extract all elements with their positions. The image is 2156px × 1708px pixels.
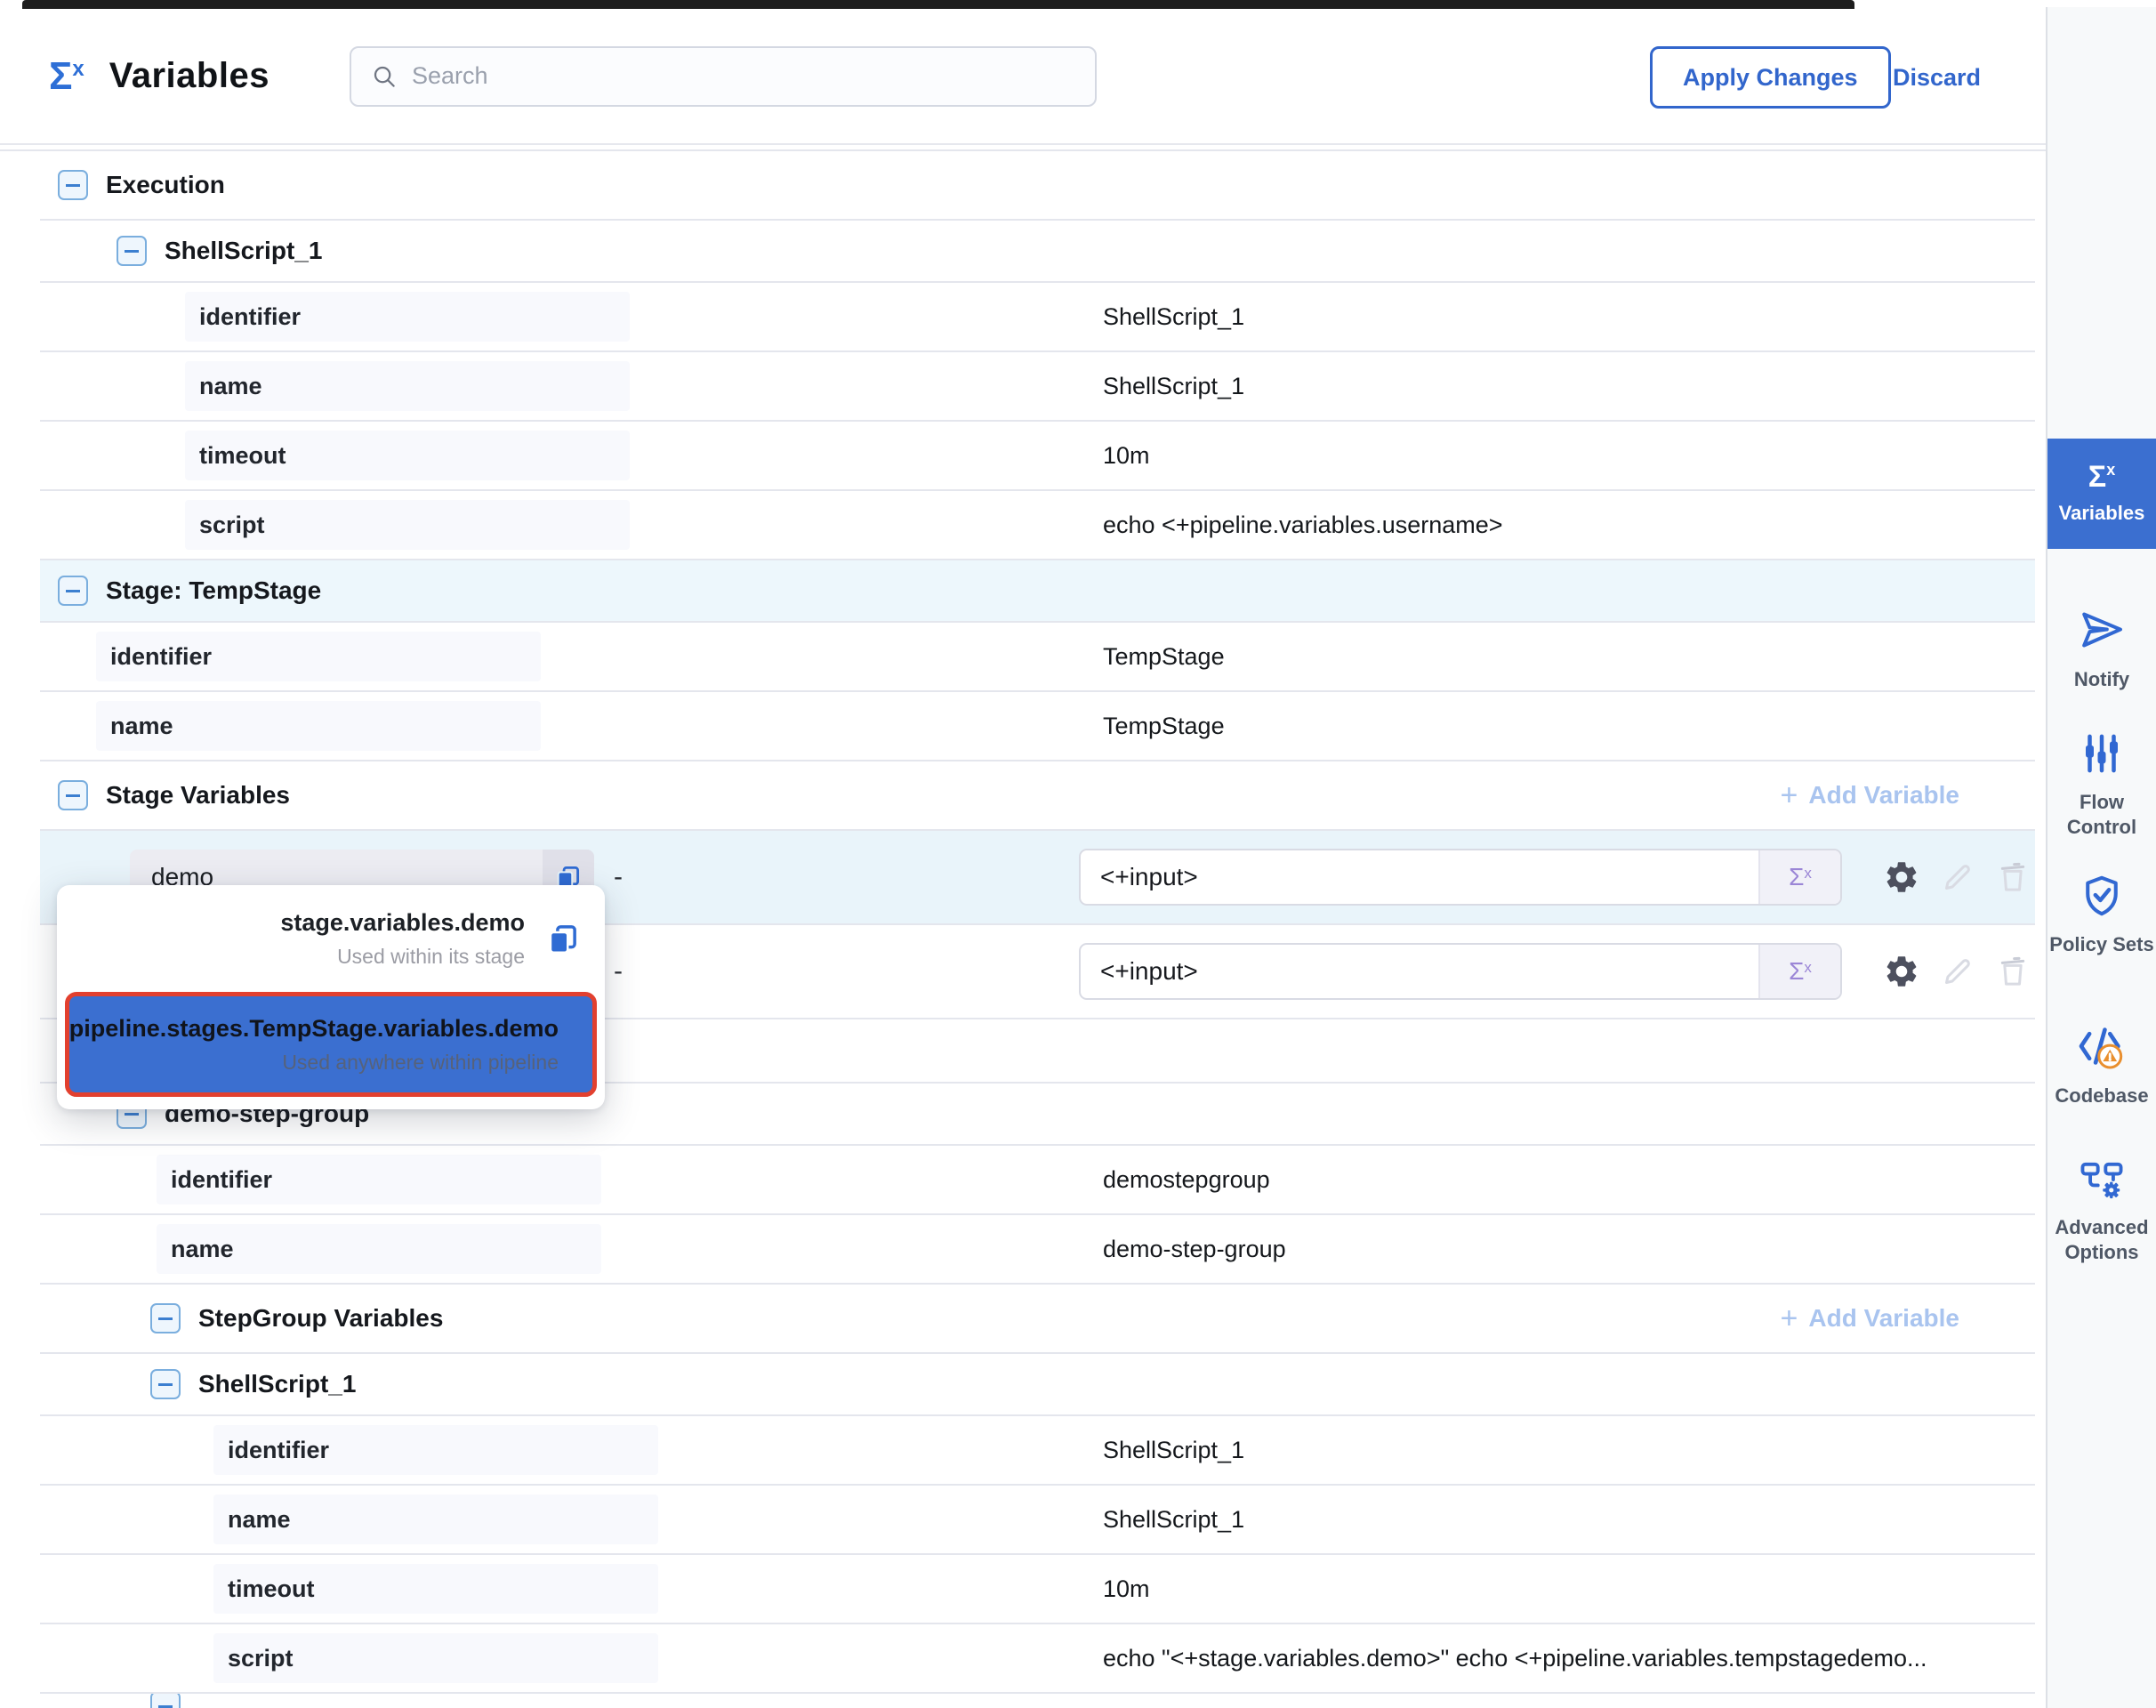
right-rail: Σx Variables Notify Flow Control [2046, 7, 2156, 1708]
collapse-minus-icon[interactable] [58, 576, 88, 606]
variable-type-dash: - [614, 956, 623, 987]
field-value: TempStage [1103, 713, 1225, 740]
add-variable-button[interactable]: + Add Variable [1781, 780, 1959, 810]
variables-sigma-icon: Σx [49, 57, 84, 96]
copy-icon[interactable] [544, 920, 582, 957]
collapse-minus-icon[interactable] [150, 1303, 181, 1333]
plus-icon: + [1781, 780, 1798, 810]
plus-icon: + [1781, 1303, 1798, 1333]
runtime-input-sigma-button[interactable]: Σx [1758, 850, 1840, 904]
field-value: 10m [1103, 1575, 1150, 1603]
field-label: timeout [213, 1564, 658, 1614]
field-value: TempStage [1103, 643, 1225, 671]
tree-section-stepgroup-variables[interactable]: StepGroup Variables + Add Variable [40, 1285, 2035, 1354]
paper-plane-icon [2077, 605, 2127, 655]
edit-pencil-icon[interactable] [1940, 954, 1975, 989]
tree-section-shellscript1[interactable]: ShellScript_1 [40, 1354, 2035, 1416]
window-top-strip [22, 0, 1854, 9]
variable-value-input[interactable]: <+input> Σx [1079, 849, 1842, 906]
field-label: timeout [185, 431, 630, 480]
field-value: 10m [1103, 442, 1150, 470]
field-value: echo <+pipeline.variables.username> [1103, 512, 1503, 539]
add-variable-button[interactable]: + Add Variable [1781, 1303, 1959, 1333]
code-warning-icon [2075, 1021, 2128, 1071]
field-label: script [213, 1633, 658, 1683]
sliders-icon [2078, 729, 2126, 777]
field-row-name: name ShellScript_1 [40, 352, 2035, 422]
runtime-input-sigma-button[interactable]: Σx [1758, 945, 1840, 998]
edit-pencil-icon[interactable] [1940, 859, 1975, 895]
tree-section-stage-tempstage[interactable]: Stage: TempStage [40, 560, 2035, 623]
field-value: ShellScript_1 [1103, 303, 1244, 331]
rail-tab-flow-control[interactable]: Flow Control [2047, 729, 2156, 840]
field-label: identifier [96, 632, 541, 681]
field-value: demostepgroup [1103, 1166, 1270, 1194]
rail-tab-variables[interactable]: Σx Variables [2047, 439, 2156, 549]
collapse-minus-icon[interactable] [150, 1369, 181, 1399]
search-input[interactable] [412, 62, 1034, 90]
settings-gear-icon[interactable] [1883, 858, 1920, 896]
field-row-timeout: timeout 10m [40, 422, 2035, 491]
tree-section-stage-variables[interactable]: Stage Variables + Add Variable [40, 761, 2035, 831]
rail-tab-codebase[interactable]: Codebase [2047, 1021, 2156, 1108]
field-label: script [185, 500, 630, 550]
reference-path: stage.variables.demo [280, 909, 525, 937]
field-label: name [157, 1224, 601, 1274]
reference-scope: Used anywhere within pipeline [69, 1051, 559, 1075]
field-label: name [185, 361, 630, 411]
field-value: ShellScript_1 [1103, 1506, 1244, 1534]
rail-tab-notify[interactable]: Notify [2047, 605, 2156, 692]
field-value: echo "<+stage.variables.demo>" echo <+pi… [1103, 1645, 1927, 1672]
field-label: identifier [185, 292, 630, 342]
variables-panel: Σx Variables Apply Changes Discard Execu… [0, 0, 2156, 1708]
rail-tab-advanced-options[interactable]: Advanced Options [2047, 1156, 2156, 1265]
tree-section-execution[interactable]: Execution [40, 151, 2035, 221]
search-box[interactable] [350, 46, 1097, 107]
variable-type-dash: - [614, 862, 623, 892]
delete-trash-icon[interactable] [1995, 859, 2031, 895]
page-title: Variables [109, 56, 270, 96]
field-label: identifier [157, 1155, 601, 1204]
variable-reference-option-pipeline-selected[interactable]: pipeline.stages.TempStage.variables.demo… [65, 992, 597, 1097]
divider [0, 145, 2046, 151]
delete-trash-icon[interactable] [1995, 954, 2031, 989]
search-icon [371, 63, 398, 90]
panel-header: Σx Variables Apply Changes Discard [0, 9, 2046, 145]
tree-section-shellscript1[interactable]: ShellScript_1 [40, 221, 2035, 283]
field-value: ShellScript_1 [1103, 1437, 1244, 1464]
settings-gear-icon[interactable] [1883, 953, 1920, 990]
collapse-minus-icon[interactable] [58, 170, 88, 200]
flowchart-gear-icon [2077, 1156, 2127, 1203]
field-value: ShellScript_1 [1103, 373, 1244, 400]
field-row-script: script echo "<+stage.variables.demo>" ec… [40, 1624, 2035, 1694]
field-row-name: name demo-step-group [40, 1215, 2035, 1285]
shield-check-icon [2078, 872, 2126, 920]
tree-row-partially-visible [40, 1694, 2035, 1708]
reference-path: pipeline.stages.TempStage.variables.demo [69, 1015, 559, 1043]
variable-reference-popup: stage.variables.demo Used within its sta… [57, 885, 605, 1109]
field-row-timeout: timeout 10m [40, 1555, 2035, 1624]
rail-tab-policy-sets[interactable]: Policy Sets [2047, 872, 2156, 957]
discard-button[interactable]: Discard [1893, 46, 1981, 109]
variables-sigma-icon: Σx [2088, 462, 2115, 492]
field-label: name [96, 701, 541, 751]
field-label: identifier [213, 1425, 658, 1475]
field-row-name: name TempStage [40, 692, 2035, 761]
field-row-name: name ShellScript_1 [40, 1486, 2035, 1555]
field-row-script: script echo <+pipeline.variables.usernam… [40, 491, 2035, 560]
collapse-minus-icon[interactable] [150, 1694, 181, 1708]
field-row-identifier: identifier TempStage [40, 623, 2035, 692]
reference-scope: Used within its stage [280, 945, 525, 969]
field-value: demo-step-group [1103, 1236, 1286, 1263]
variable-value-input[interactable]: <+input> Σx [1079, 943, 1842, 1000]
apply-changes-button[interactable]: Apply Changes [1650, 46, 1891, 109]
collapse-minus-icon[interactable] [58, 780, 88, 810]
field-label: name [213, 1494, 658, 1544]
field-row-identifier: identifier ShellScript_1 [40, 283, 2035, 352]
field-row-identifier: identifier ShellScript_1 [40, 1416, 2035, 1486]
collapse-minus-icon[interactable] [117, 236, 147, 266]
field-row-identifier: identifier demostepgroup [40, 1146, 2035, 1215]
variable-reference-option-stage[interactable]: stage.variables.demo Used within its sta… [57, 892, 605, 985]
